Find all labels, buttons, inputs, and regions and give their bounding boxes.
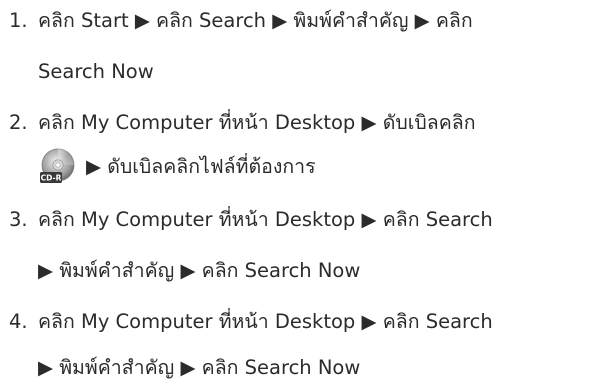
choice-1-line-1: 1. คลิก Start ▶ คลิก Search ▶ พิมพ์คำสำค… (0, 1, 605, 41)
answer-choices-list: 1. คลิก Start ▶ คลิก Search ▶ พิมพ์คำสำค… (0, 0, 605, 391)
choice-1-number: 1. (9, 9, 28, 32)
choice-4-text-line-1: คลิก My Computer ที่หน้า Desktop ▶ คลิก … (38, 310, 493, 333)
choice-1-line-2: Search Now (0, 52, 605, 92)
choice-3-text-line-2: ▶ พิมพ์คำสำคัญ ▶ คลิก Search Now (38, 259, 361, 282)
choice-4-line-1: 4. คลิก My Computer ที่หน้า Desktop ▶ คล… (0, 302, 605, 342)
choice-2-text-line-1: คลิก My Computer ที่หน้า Desktop ▶ ดับเบ… (38, 111, 476, 134)
choice-3-line-1: 3. คลิก My Computer ที่หน้า Desktop ▶ คล… (0, 200, 605, 240)
choice-3-text-line-1: คลิก My Computer ที่หน้า Desktop ▶ คลิก … (38, 208, 493, 231)
choice-1-text-line-2: Search Now (38, 60, 154, 83)
cd-r-label: CD-R (41, 174, 62, 183)
choice-1-text-line-1: คลิก Start ▶ คลิก Search ▶ พิมพ์คำสำคัญ … (38, 9, 473, 32)
choice-2-number: 2. (9, 111, 28, 134)
choice-3-number: 3. (9, 208, 28, 231)
choice-2-text-line-2: ▶ ดับเบิลคลิกไฟล์ที่ต้องการ (86, 155, 316, 178)
choice-4-number: 4. (9, 310, 28, 333)
cd-r-disc-icon: CD-R (38, 148, 76, 186)
choice-4-text-line-2: ▶ พิมพ์คำสำคัญ ▶ คลิก Search Now (38, 356, 361, 379)
choice-4-line-2: ▶ พิมพ์คำสำคัญ ▶ คลิก Search Now (0, 348, 605, 388)
choice-2-line-1: 2. คลิก My Computer ที่หน้า Desktop ▶ ดั… (0, 103, 605, 143)
choice-3-line-2: ▶ พิมพ์คำสำคัญ ▶ คลิก Search Now (0, 251, 605, 291)
choice-2-line-2: CD-R ▶ ดับเบิลคลิกไฟล์ที่ต้องการ (0, 147, 605, 187)
